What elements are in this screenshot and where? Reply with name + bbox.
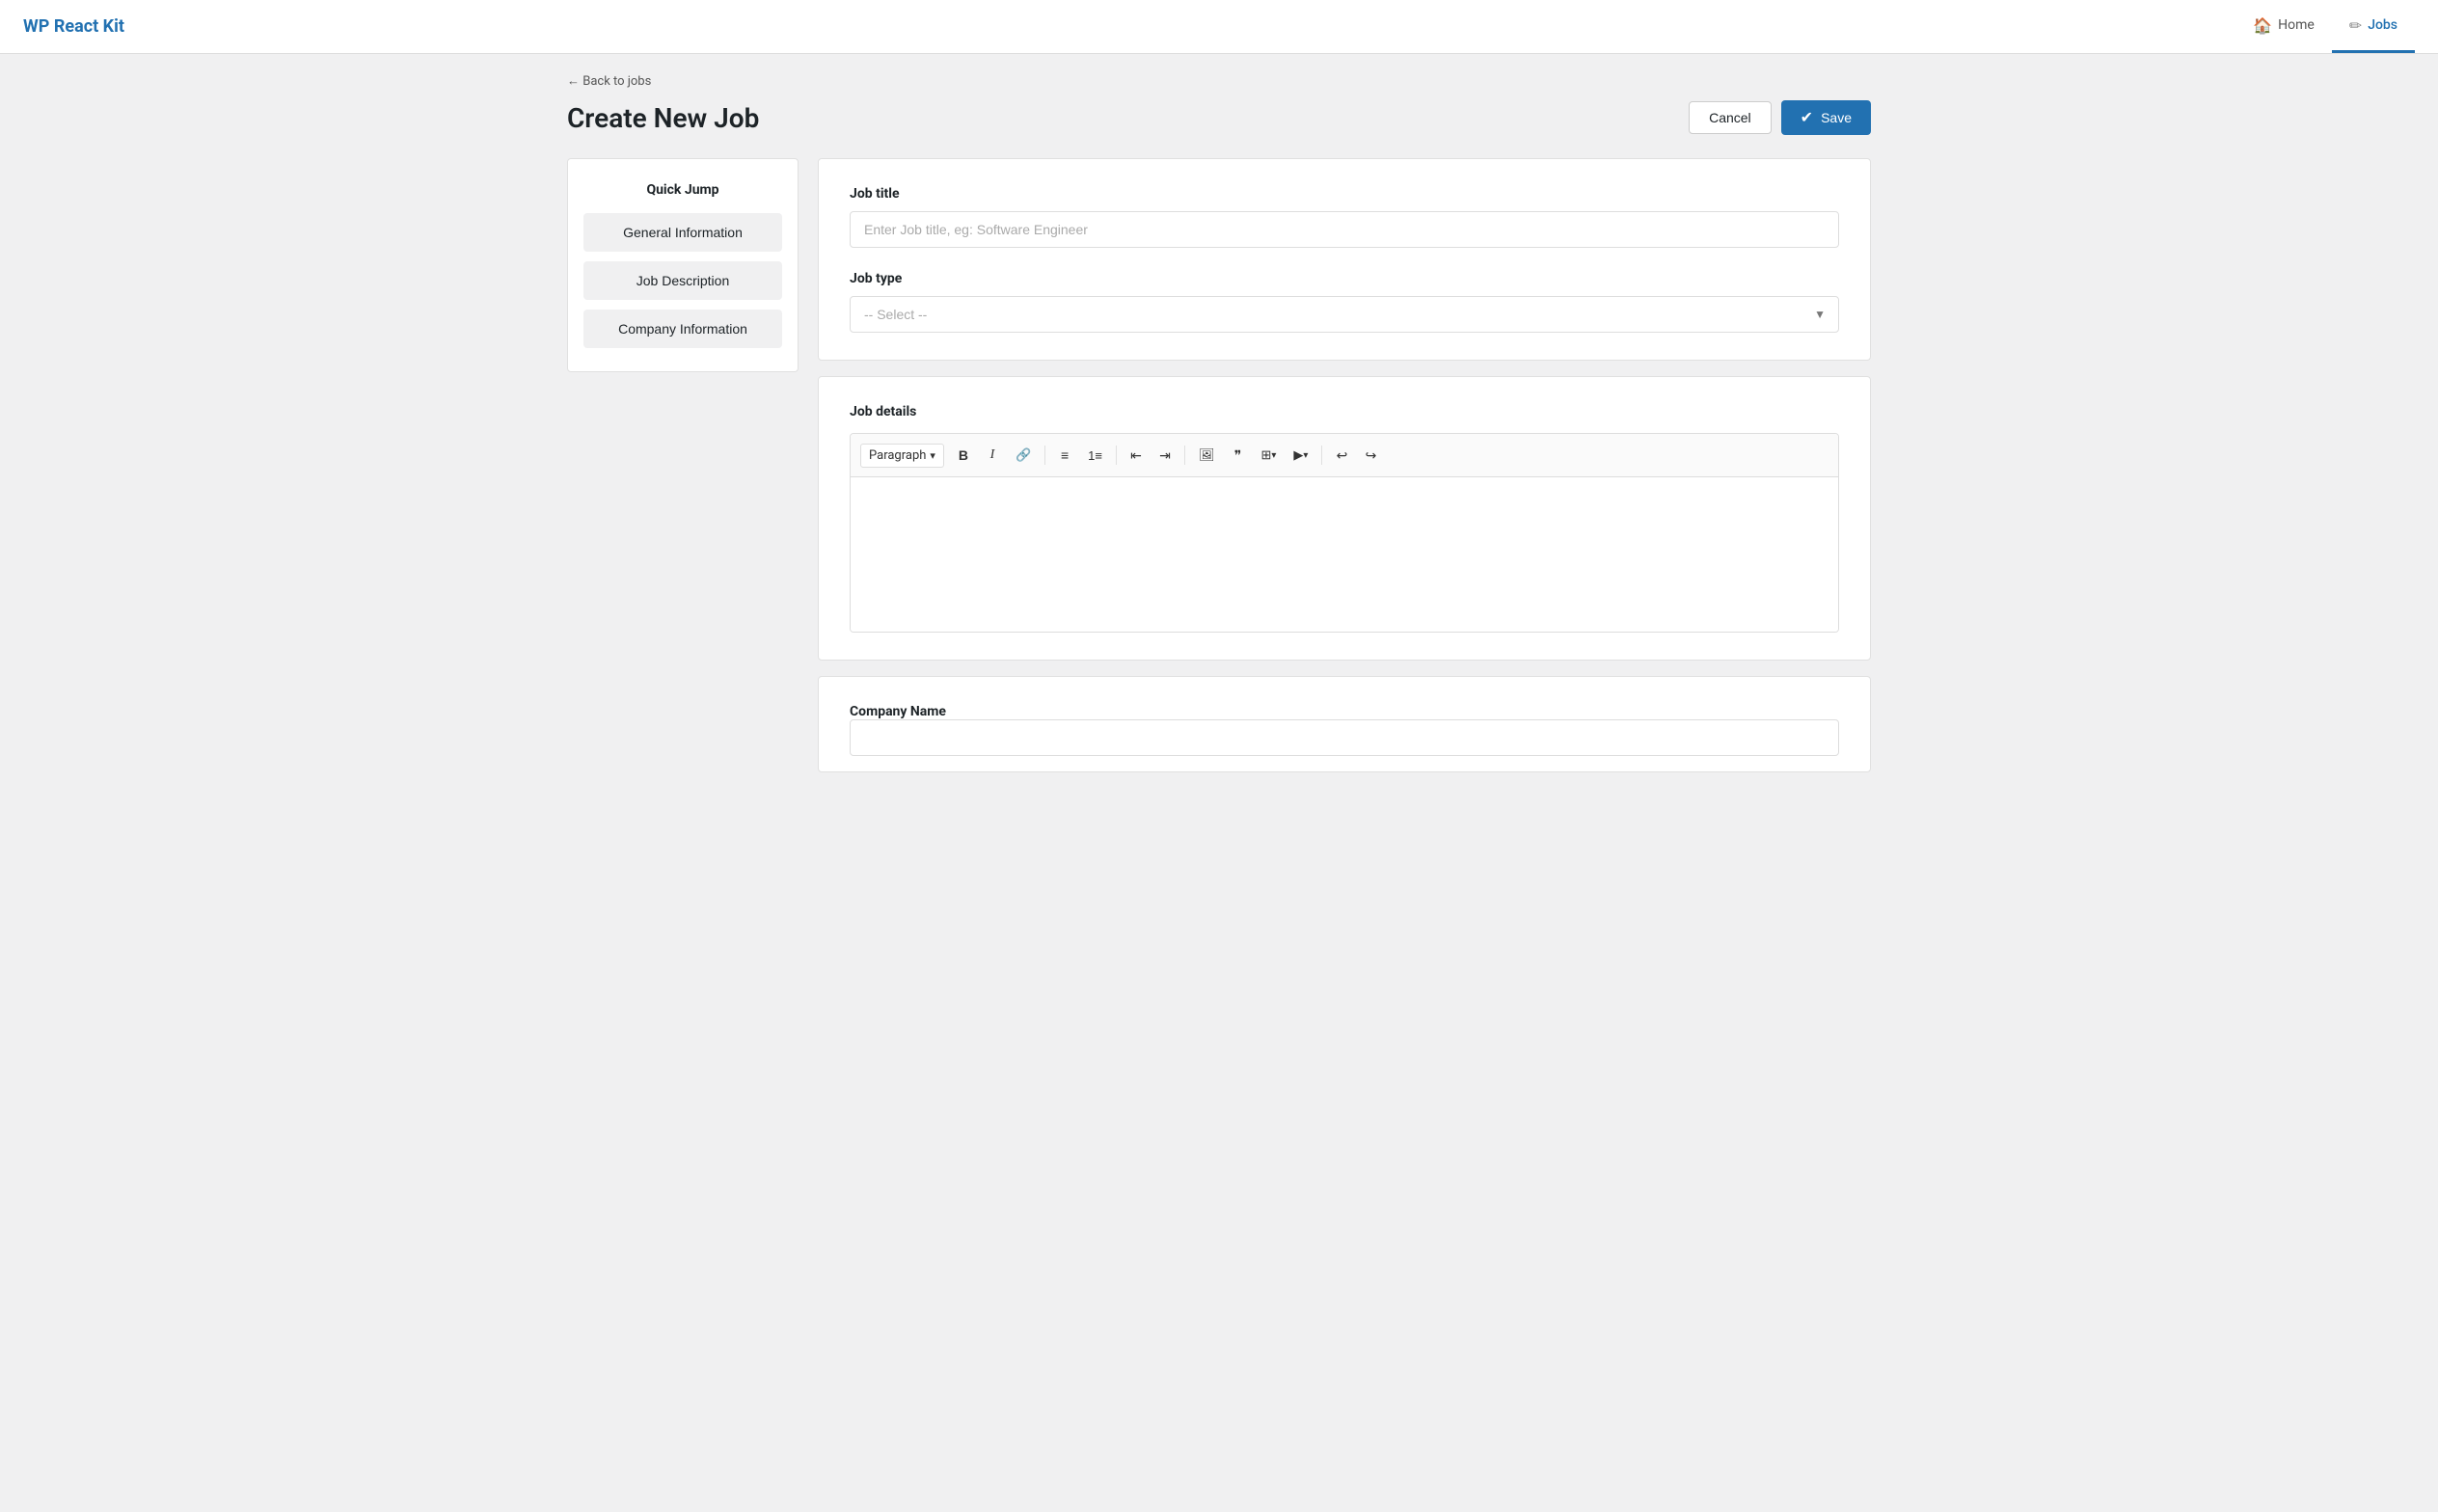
toolbar-media-btn[interactable]: ▶ ▾	[1286, 442, 1315, 469]
outdent-icon: ⇤	[1130, 447, 1142, 464]
undo-icon: ↩	[1337, 447, 1348, 464]
toolbar-table-btn[interactable]: ⊞ ▾	[1253, 442, 1284, 469]
sidebar: Quick Jump General Information Job Descr…	[567, 158, 799, 372]
save-button-label: Save	[1821, 110, 1852, 125]
company-name-input[interactable]	[850, 719, 1839, 756]
table-chevron-icon: ▾	[1271, 450, 1276, 461]
toolbar-sep-2	[1116, 446, 1117, 465]
toolbar-link-btn[interactable]: 🔗	[1008, 442, 1039, 469]
toolbar-ul-btn[interactable]: ≡	[1051, 442, 1078, 469]
job-title-input[interactable]	[850, 211, 1839, 248]
table-icon: ⊞	[1260, 447, 1271, 463]
paragraph-dropdown-label: Paragraph	[869, 448, 926, 463]
company-name-label: Company Name	[850, 704, 946, 719]
nav-jobs[interactable]: ✏ Jobs	[2332, 0, 2415, 53]
image-icon: 🖼	[1199, 447, 1215, 463]
toolbar-bold-btn[interactable]: B	[950, 442, 977, 469]
app-logo[interactable]: WP React Kit	[23, 16, 124, 37]
general-information-card: Job title Job type -- Select -- Full Tim…	[818, 158, 1871, 361]
back-link[interactable]: ← Back to jobs	[567, 73, 651, 89]
header: WP React Kit 🏠 Home ✏ Jobs	[0, 0, 2438, 54]
media-icon: ▶	[1293, 447, 1303, 463]
sidebar-title: Quick Jump	[583, 182, 782, 198]
toolbar-undo-btn[interactable]: ↩	[1328, 442, 1355, 469]
page-title: Create New Job	[567, 102, 759, 134]
toolbar-redo-btn[interactable]: ↪	[1357, 442, 1384, 469]
ol-icon: 1≡	[1088, 448, 1102, 463]
cancel-button[interactable]: Cancel	[1689, 101, 1772, 134]
toolbar-outdent-btn[interactable]: ⇤	[1123, 442, 1150, 469]
job-type-label: Job type	[850, 271, 1839, 286]
sidebar-item-company[interactable]: Company Information	[583, 310, 782, 348]
toolbar-quote-btn[interactable]: ❞	[1224, 442, 1251, 469]
form-area: Job title Job type -- Select -- Full Tim…	[818, 158, 1871, 772]
redo-icon: ↪	[1366, 447, 1377, 464]
link-icon: 🔗	[1016, 447, 1031, 463]
job-type-select-wrapper: -- Select -- Full Time Part Time Remote …	[850, 296, 1839, 333]
page-wrapper: ← Back to jobs Create New Job Cancel ✔ S…	[544, 54, 1894, 811]
sidebar-item-general[interactable]: General Information	[583, 213, 782, 252]
media-chevron-icon: ▾	[1303, 450, 1308, 461]
toolbar-image-btn[interactable]: 🖼	[1191, 442, 1223, 469]
ul-icon: ≡	[1061, 447, 1069, 463]
job-type-group: Job type -- Select -- Full Time Part Tim…	[850, 271, 1839, 333]
bold-icon: B	[959, 447, 968, 463]
nav-home-label: Home	[2278, 17, 2315, 33]
content-layout: Quick Jump General Information Job Descr…	[567, 158, 1871, 772]
job-title-label: Job title	[850, 186, 1839, 202]
italic-icon: I	[990, 447, 995, 463]
header-nav: 🏠 Home ✏ Jobs	[2235, 0, 2415, 53]
nav-home[interactable]: 🏠 Home	[2235, 0, 2332, 53]
header-actions: Cancel ✔ Save	[1689, 100, 1871, 135]
toolbar-sep-1	[1044, 446, 1045, 465]
editor-body[interactable]	[851, 477, 1838, 632]
sidebar-item-description[interactable]: Job Description	[583, 261, 782, 300]
toolbar-sep-4	[1321, 446, 1322, 465]
job-type-select[interactable]: -- Select -- Full Time Part Time Remote …	[850, 296, 1839, 333]
paragraph-chevron-icon: ▾	[930, 449, 935, 462]
toolbar-indent-btn[interactable]: ⇥	[1151, 442, 1178, 469]
company-information-card: Company Name	[818, 676, 1871, 772]
indent-icon: ⇥	[1159, 447, 1171, 464]
jobs-icon: ✏	[2349, 16, 2362, 35]
editor-toolbar: Paragraph ▾ B I 🔗	[851, 434, 1838, 477]
home-icon: 🏠	[2253, 16, 2272, 35]
toolbar-sep-3	[1184, 446, 1185, 465]
job-details-card: Job details Paragraph ▾ B	[818, 376, 1871, 661]
save-checkmark-icon: ✔	[1801, 108, 1813, 127]
job-details-label: Job details	[850, 404, 1839, 419]
page-header-row: Create New Job Cancel ✔ Save	[567, 100, 1871, 135]
toolbar-ol-btn[interactable]: 1≡	[1080, 442, 1110, 469]
job-title-group: Job title	[850, 186, 1839, 248]
editor-container: Paragraph ▾ B I 🔗	[850, 433, 1839, 633]
save-button[interactable]: ✔ Save	[1781, 100, 1871, 135]
paragraph-dropdown[interactable]: Paragraph ▾	[860, 444, 944, 468]
toolbar-italic-btn[interactable]: I	[979, 442, 1006, 469]
quote-icon: ❞	[1234, 447, 1242, 464]
nav-jobs-label: Jobs	[2368, 17, 2397, 33]
